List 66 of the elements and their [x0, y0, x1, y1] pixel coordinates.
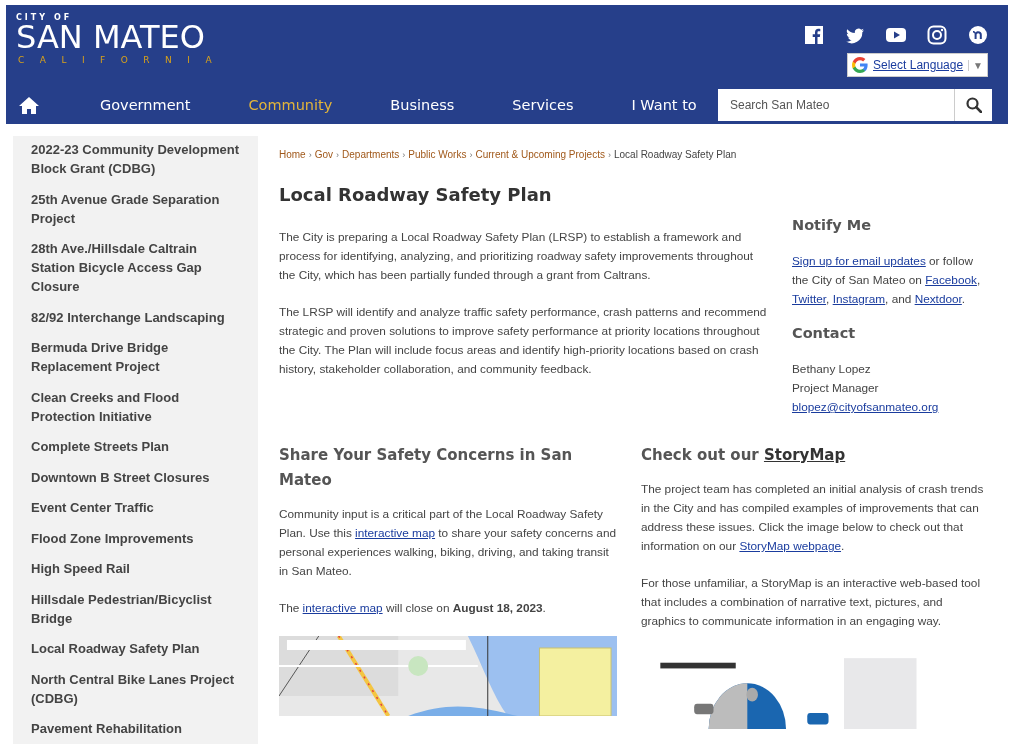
link[interactable]: Twitter — [792, 292, 827, 306]
paragraph: For those unfamiliar, a StoryMap is an interactive web-based tool that includes a combination of narrative text, pictures, and graphics to communicate information in an engaging way. — [641, 575, 981, 630]
nav-link[interactable]: Business — [378, 96, 467, 113]
breadcrumb-link[interactable]: Gov — [314, 149, 334, 160]
sidebar-link[interactable]: Event Center Traffic — [31, 498, 258, 529]
section-heading: Contact — [792, 324, 857, 343]
breadcrumb-link[interactable]: Current & Upcoming Projects — [475, 149, 605, 160]
breadcrumb-link[interactable]: Public Works — [408, 149, 467, 160]
paragraph: The City is preparing a Local Roadway Safety Plan (LRSP) to establish a framework and process for identifying, analyzing, and prioritizing roadway safety improvements throughout the City, which has been partially funded through a grant from Caltrans. — [279, 229, 755, 284]
link[interactable]: interactive map — [355, 526, 436, 540]
sidebar-link[interactable]: Pavement Rehabilitation — [31, 719, 258, 744]
sidebar-link[interactable]: 25th Avenue Grade Separation Project — [31, 189, 258, 239]
link[interactable]: StoryMap — [763, 446, 846, 464]
sidebar-link[interactable]: 2022-23 Community Development Block Grant (CDBG) — [31, 140, 258, 190]
nav-link[interactable]: Government — [88, 96, 203, 113]
play-icon[interactable] — [886, 25, 906, 45]
section-heading: Notify Me — [792, 216, 873, 235]
language-selector[interactable]: Select Language ▼ — [847, 53, 988, 77]
sidebar-link[interactable]: High Speed Rail — [31, 559, 258, 590]
sidebar-link[interactable]: 82/92 Interchange Landscaping — [31, 307, 258, 338]
link[interactable]: blopez@cityofsanmateo.org — [792, 400, 939, 414]
breadcrumb-current: Local Roadway Safety Plan — [613, 149, 737, 160]
bird-icon[interactable] — [845, 25, 865, 45]
page-title: Local Roadway Safety Plan — [279, 184, 553, 205]
breadcrumb-separator: › — [402, 150, 406, 160]
logo-text: CALIFORNIA — [17, 54, 228, 67]
paragraph: Sign up for email updates or follow the City of San Mateo on Facebook, Twitter, Instagram, and Nextdoor. — [792, 253, 982, 308]
home-icon[interactable] — [19, 95, 39, 114]
g-logo-icon — [852, 57, 868, 73]
sidebar-link[interactable]: Bermuda Drive Bridge Replacement Project — [31, 338, 258, 388]
sidebar-link[interactable]: Clean Creeks and Flood Protection Initiative — [31, 387, 258, 437]
logo-text: CITY OF — [16, 13, 73, 22]
nav-link[interactable]: I Want to — [619, 96, 709, 113]
sidebar-link[interactable]: Hillsdale Pedestrian/Bicyclist Bridge — [31, 589, 258, 639]
link[interactable]: StoryMap webpage — [739, 539, 842, 553]
sidebar-link[interactable]: Complete Streets Plan — [31, 437, 258, 468]
sidebar-link[interactable]: 28th Ave./Hillsdale Caltrain Station Bicycle Access Gap Closure — [31, 239, 258, 308]
breadcrumb-link[interactable]: Departments — [342, 149, 400, 160]
breadcrumb-separator: › — [607, 150, 611, 160]
sidebar-link[interactable]: Downtown B Street Closures — [31, 467, 258, 498]
breadcrumb-separator: › — [469, 150, 473, 160]
camera-icon[interactable] — [927, 25, 947, 45]
facebook-icon[interactable] — [804, 25, 824, 45]
sidebar-link[interactable]: Local Roadway Safety Plan — [31, 639, 258, 670]
nav-link[interactable]: Services — [500, 96, 586, 113]
paragraph: The interactive map will close on August 18, 2023. — [279, 600, 547, 617]
section-heading: Share Your Safety Concerns in San Mateo — [279, 445, 574, 491]
breadcrumb-link[interactable]: Home — [279, 149, 306, 160]
logo-text: SAN MATEO — [16, 22, 205, 53]
link[interactable]: Nextdoor — [914, 292, 962, 306]
nav-link[interactable]: Community — [236, 96, 345, 113]
paragraph: The LRSP will identify and analyze traffic safety performance, crash patterns and recommend strategic and proven solutions to improve safety performance at priority locations throughout the City. The Plan will include focus areas and identify high-priority locations based on crash history, stakeholder collaboration, and community feedback. — [279, 304, 768, 378]
house-badge-icon[interactable] — [968, 25, 988, 45]
sidebar-link[interactable]: North Central Bike Lanes Project (CDBG) — [31, 669, 258, 719]
section-heading: Check out our StoryMap — [641, 445, 847, 466]
sidebar-link[interactable]: Flood Zone Improvements — [31, 528, 258, 559]
search-icon[interactable] — [965, 96, 982, 113]
link[interactable]: interactive map — [302, 601, 383, 615]
paragraph: Community input is a critical part of the Local Roadway Safety Plan. Use this interactive map to share your safety concerns and personal experiences walking, biking, driving, and taking transit in San Mateo. — [279, 506, 617, 580]
breadcrumb-separator: › — [336, 150, 340, 160]
contact-line: Project Manager — [792, 380, 880, 397]
link[interactable]: Facebook — [925, 273, 977, 287]
link[interactable]: Sign up for email updates — [792, 254, 926, 268]
paragraph: The project team has completed an initial analysis of crash trends in the City and has compiled examples of improvements that can address these issues. Click the image below to check out that information on our StoryMap webpage. — [641, 481, 985, 555]
contact-line: Bethany Lopez — [792, 361, 872, 378]
breadcrumb-separator: › — [308, 150, 312, 160]
